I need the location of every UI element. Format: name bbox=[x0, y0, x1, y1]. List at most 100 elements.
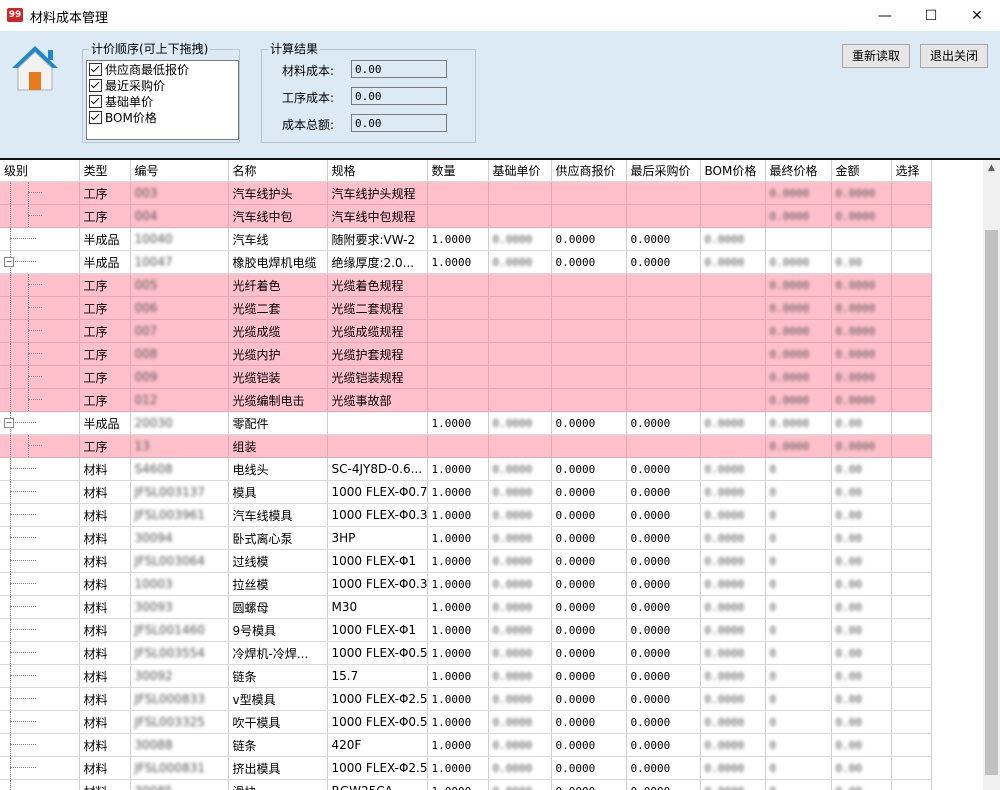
table-row[interactable]: 材料 JFSL003064 过线模 1000 FLEX-Φ1 1.0000 0.0000 0… bbox=[0, 549, 932, 573]
cell-select[interactable] bbox=[891, 618, 932, 642]
cell-select[interactable] bbox=[891, 388, 932, 412]
cost-grid[interactable]: 级别 类型 编号 名称 规格 数量 基础单价 供应商报价 最后采购价 BOM价格… bbox=[0, 160, 983, 790]
order-item-bom-price[interactable]: BOM价格 bbox=[87, 109, 238, 125]
cell-select[interactable] bbox=[891, 273, 932, 297]
table-row[interactable]: 工序 009 光缆铠装 光缆铠装规程 0.0000 0.0000 bbox=[0, 365, 932, 389]
cell-text: 0.00 bbox=[835, 508, 863, 522]
table-row[interactable]: 材料 30093 圆螺母 M30 1.0000 0.0000 0.0000 0.0000 0.0… bbox=[0, 595, 932, 619]
maximize-button[interactable]: ☐ bbox=[908, 0, 954, 31]
close-button[interactable]: ✕ bbox=[954, 0, 1000, 31]
cell-select[interactable] bbox=[891, 296, 932, 320]
cell-select[interactable] bbox=[891, 503, 932, 527]
cell-last: 0.0000 bbox=[626, 664, 701, 688]
collapse-icon[interactable]: − bbox=[4, 257, 14, 267]
table-row[interactable]: 工序 012 光缆编制电击 光缆事故部 0.0000 0.0000 bbox=[0, 388, 932, 412]
table-row[interactable]: 工序 13 组装 0.0000 0.0000 bbox=[0, 434, 932, 458]
table-row[interactable]: 工序 007 光缆成缆 光缆成缆规程 0.0000 0.0000 bbox=[0, 319, 932, 343]
col-bom-price[interactable]: BOM价格 bbox=[700, 160, 766, 182]
table-row[interactable]: 材料 JFSL003137 模具 1000 FLEX-Φ0.75 1.0000 0.000… bbox=[0, 480, 932, 504]
table-row[interactable]: 材料 30094 卧式离心泵 3HP 1.0000 0.0000 0.0000 0.0000 0… bbox=[0, 526, 932, 550]
cell-select[interactable] bbox=[891, 595, 932, 619]
table-row[interactable]: 材料 JFSL003554 冷焊机-冷焊... 1000 FLEX-Φ0.5 1.000… bbox=[0, 641, 932, 665]
cell-select[interactable] bbox=[891, 411, 932, 435]
order-item-base-price[interactable]: 基础单价 bbox=[87, 93, 238, 109]
table-row[interactable]: 材料 30088 链条 420F 1.0000 0.0000 0.0000 0.0000 0.0… bbox=[0, 733, 932, 757]
cell-select[interactable] bbox=[891, 664, 932, 688]
checkbox-supplier-lowest[interactable] bbox=[89, 62, 102, 76]
table-row[interactable]: 材料 JFSL001460 9号模具 1000 FLEX-Φ1 1.0000 0.0000… bbox=[0, 618, 932, 642]
table-row[interactable]: 工序 005 光纤着色 光缆着色规程 0.0000 0.0000 bbox=[0, 273, 932, 297]
cell-text: 0.0000 bbox=[630, 623, 671, 637]
order-item-recent-purchase[interactable]: 最近采购价 bbox=[87, 77, 238, 93]
table-row[interactable]: 半成品 10040 汽车线 随附要求:VW-2 1.0000 0.0000 0.0000 0.… bbox=[0, 227, 932, 251]
table-row[interactable]: 材料 JFSL003325 吹干模具 1000 FLEX-Φ0.5 1.0000 0.00… bbox=[0, 710, 932, 734]
minimize-button[interactable]: — bbox=[862, 0, 908, 31]
col-code[interactable]: 编号 bbox=[130, 160, 229, 182]
table-row[interactable]: 材料30085滑块RGW25CA1.00000.00000.00000.0000… bbox=[0, 779, 932, 790]
cell-select[interactable] bbox=[891, 480, 932, 504]
table-row[interactable]: 材料 JFSL003961 汽车线模具 1000 FLEX-Φ0.35 1.0000 0.… bbox=[0, 503, 932, 527]
cell-select[interactable] bbox=[891, 641, 932, 665]
cell-type: 材料 bbox=[79, 480, 131, 504]
process-cost-field: 0.00 bbox=[351, 87, 447, 105]
cell-spec: 光缆铠装规程 bbox=[327, 365, 428, 389]
cell-select[interactable] bbox=[891, 434, 932, 458]
cell-text: 0.0000 bbox=[630, 508, 671, 522]
cell-bom: 0.0000 bbox=[700, 411, 766, 435]
cell-select[interactable] bbox=[891, 457, 932, 481]
cell-select[interactable] bbox=[891, 572, 932, 596]
cell-select[interactable] bbox=[891, 319, 932, 343]
table-row[interactable]: 材料 JFSL000833 v型模具 1000 FLEX-Φ2.5 1.0000 0.00… bbox=[0, 687, 932, 711]
home-icon bbox=[10, 44, 60, 95]
col-last-price[interactable]: 最后采购价 bbox=[626, 160, 701, 182]
col-amount[interactable]: 金额 bbox=[831, 160, 892, 182]
cell-select[interactable] bbox=[891, 250, 932, 274]
checkbox-base-price[interactable] bbox=[89, 94, 102, 108]
checkbox-recent-purchase[interactable] bbox=[89, 78, 102, 92]
table-row[interactable]: 工序 006 光缆二套 光缆二套规程 0.0000 0.0000 bbox=[0, 296, 932, 320]
col-name[interactable]: 名称 bbox=[228, 160, 328, 182]
cell-select[interactable] bbox=[891, 526, 932, 550]
col-qty[interactable]: 数量 bbox=[427, 160, 489, 182]
cell-select[interactable] bbox=[891, 549, 932, 573]
cell-select[interactable] bbox=[891, 710, 932, 734]
table-row[interactable]: 材料 JFSL000831 挤出模具 1000 FLEX-Φ2.5 1.0000 0.00… bbox=[0, 756, 932, 780]
cell-select[interactable] bbox=[891, 227, 932, 251]
table-row[interactable]: 材料 10003 拉丝模 1000 FLEX-Φ0.35 1.0000 0.0000 0.0… bbox=[0, 572, 932, 596]
order-item-supplier-lowest[interactable]: 供应商最低报价 bbox=[87, 61, 238, 77]
table-row[interactable]: 工序 008 光缆内护 光缆护套规程 0.0000 0.0000 bbox=[0, 342, 932, 366]
cell-select[interactable] bbox=[891, 181, 932, 205]
tree-level-cell[interactable]: − bbox=[0, 411, 80, 435]
scroll-up-icon[interactable]: ▲ bbox=[983, 160, 1000, 177]
cell-select[interactable] bbox=[891, 756, 932, 780]
table-row[interactable]: − 半成品 20030 零配件 1.0000 0.0000 0.0000 0.0000 0.00… bbox=[0, 411, 932, 435]
table-row[interactable]: 工序 003 汽车线护头 汽车线护头规程 0.0000 0.0000 bbox=[0, 181, 932, 205]
table-row[interactable]: − 半成品 10047 橡胶电焊机电缆 绝缘厚度:2.0... 1.0000 0.0000 0… bbox=[0, 250, 932, 274]
col-select[interactable]: 选择 bbox=[891, 160, 932, 182]
cell-select[interactable] bbox=[891, 687, 932, 711]
col-final-price[interactable]: 最终价格 bbox=[765, 160, 832, 182]
col-spec[interactable]: 规格 bbox=[327, 160, 428, 182]
checkbox-bom-price[interactable] bbox=[89, 110, 102, 124]
pricing-order-list[interactable]: 供应商最低报价 最近采购价 基础单价 BOM价格 bbox=[86, 60, 239, 140]
col-type[interactable]: 类型 bbox=[79, 160, 131, 182]
scroll-thumb[interactable] bbox=[985, 230, 998, 775]
col-base-price[interactable]: 基础单价 bbox=[488, 160, 552, 182]
tree-level-cell[interactable]: − bbox=[0, 250, 80, 274]
vertical-scrollbar[interactable]: ▲ bbox=[983, 160, 1000, 790]
cell-select[interactable] bbox=[891, 365, 932, 389]
col-level[interactable]: 级别 bbox=[0, 160, 80, 182]
cell-select[interactable] bbox=[891, 342, 932, 366]
cell-supplier bbox=[551, 296, 627, 320]
table-row[interactable]: 工序 004 汽车线中包 汽车线中包规程 0.0000 0.0000 bbox=[0, 204, 932, 228]
table-row[interactable]: 材料 S4608 电线头 SC-4JY8D-0.6... 1.0000 0.0000 0.0… bbox=[0, 457, 932, 481]
cell-select[interactable] bbox=[891, 204, 932, 228]
cell-select[interactable] bbox=[891, 733, 932, 757]
cell-select[interactable] bbox=[891, 779, 932, 790]
exit-button[interactable]: 退出关闭 bbox=[920, 44, 988, 68]
cell-text: 0 bbox=[769, 646, 777, 660]
collapse-icon[interactable]: − bbox=[4, 418, 14, 428]
col-supplier-price[interactable]: 供应商报价 bbox=[551, 160, 627, 182]
reload-button[interactable]: 重新读取 bbox=[842, 44, 910, 68]
table-row[interactable]: 材料 30092 链条 15.7 1.0000 0.0000 0.0000 0.0000 0.0… bbox=[0, 664, 932, 688]
